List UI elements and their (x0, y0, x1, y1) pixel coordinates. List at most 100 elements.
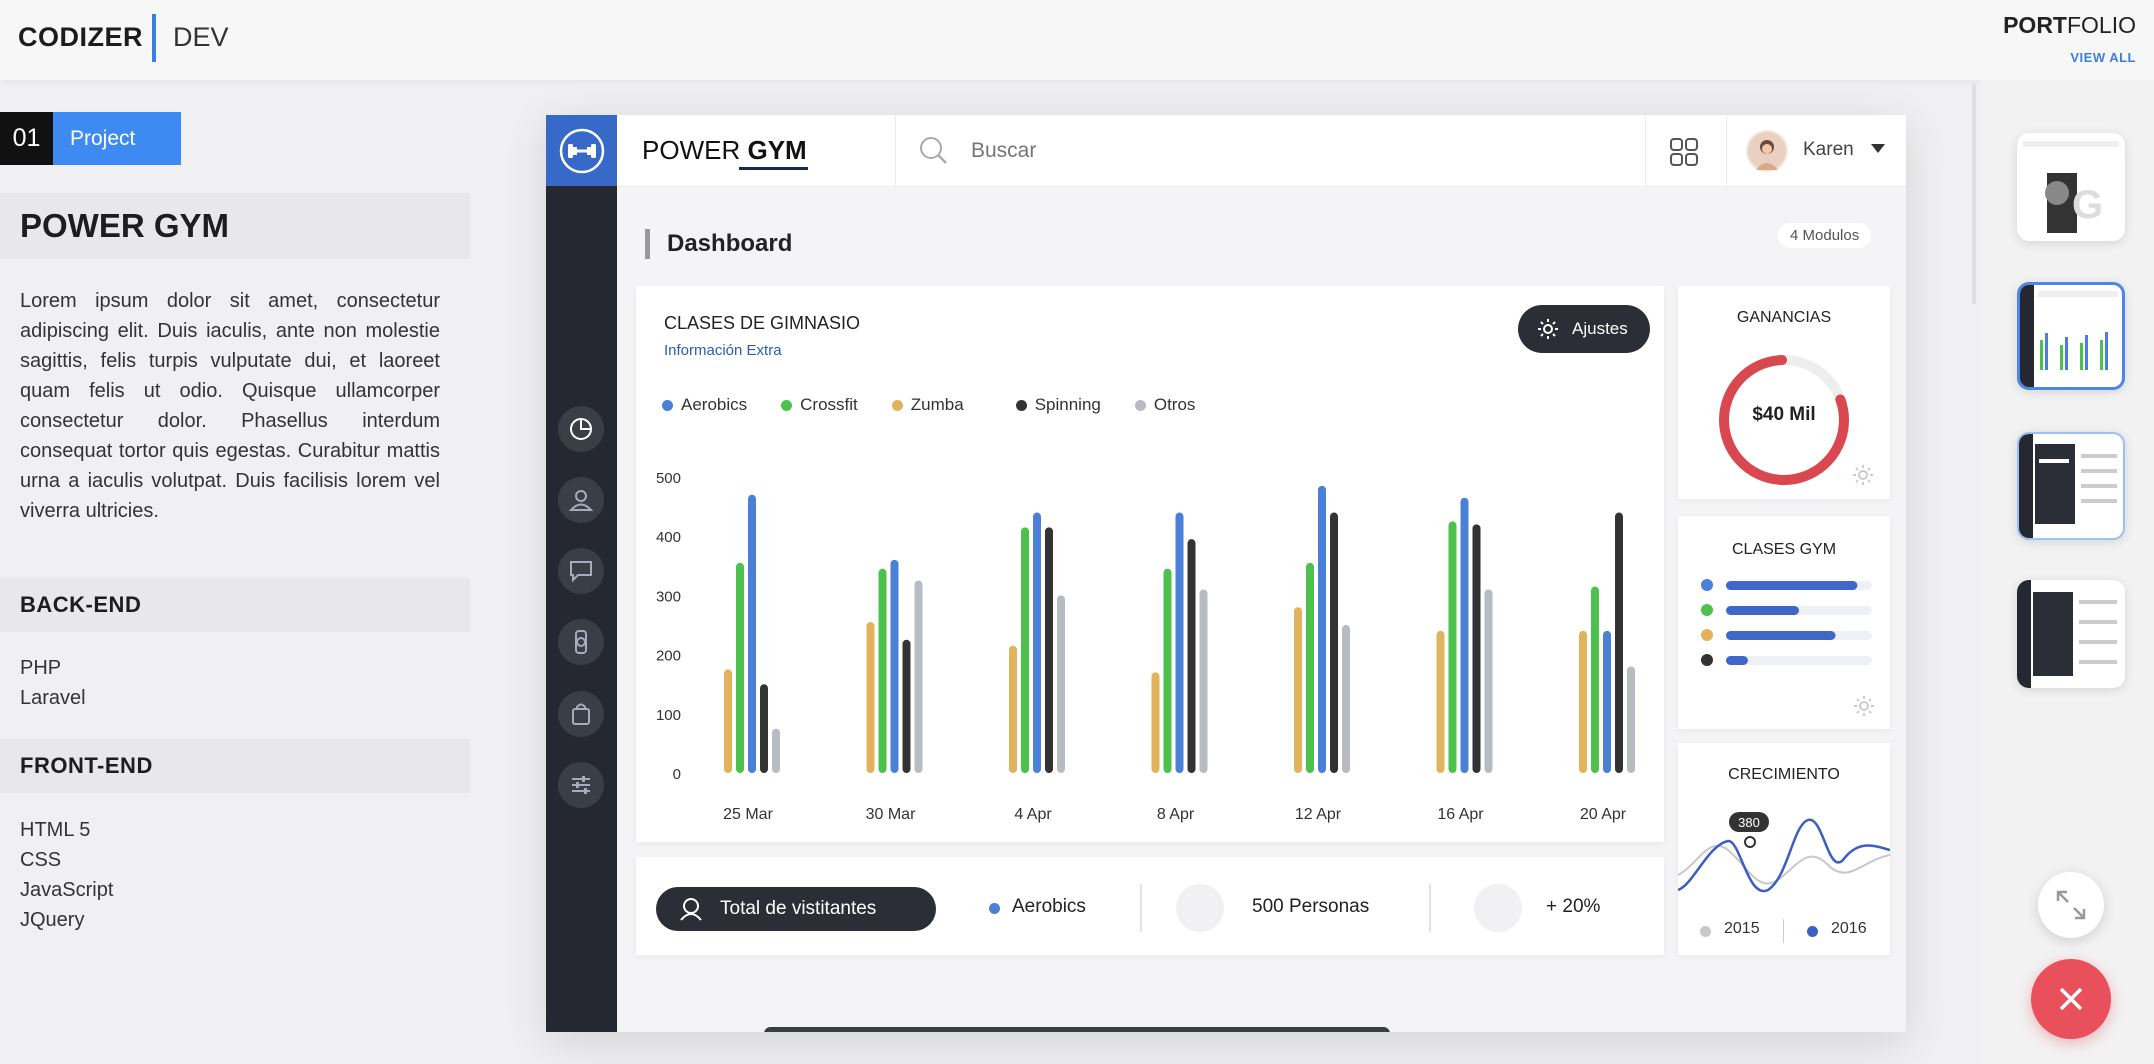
gear-icon[interactable] (1852, 694, 1876, 723)
bar-zumba[interactable] (1579, 630, 1587, 773)
gear-icon[interactable] (1851, 463, 1875, 492)
x-tick-label: 12 Apr (1295, 806, 1342, 823)
brand-subtitle: DEV (173, 22, 229, 52)
thumbnail-2-selected[interactable] (2017, 282, 2125, 390)
bar-zumba[interactable] (866, 622, 875, 773)
bar-spinning[interactable] (1187, 539, 1196, 773)
bar-otros[interactable] (914, 580, 923, 773)
bar-chart: 500 400 300 200 100 0 25 Mar 30 Mar 4 Apr 8 Apr 12… (656, 470, 1635, 823)
horizontal-scrollbar[interactable] (764, 1027, 1390, 1032)
bar-aerobics[interactable] (1603, 630, 1611, 773)
chat-icon[interactable] (558, 548, 604, 594)
class-bar-fill (1726, 581, 1858, 590)
bar-crossfit[interactable] (736, 562, 744, 773)
legend-item[interactable]: Otros (1134, 395, 1195, 415)
backend-list: PHP Laravel (20, 653, 86, 713)
sliders-icon[interactable] (558, 762, 604, 808)
bar-aerobics[interactable] (1318, 485, 1326, 773)
bar-aerobics[interactable] (748, 494, 756, 773)
legend-2015-dot (1700, 926, 1711, 937)
settings-button-label: Ajustes (1572, 319, 1628, 338)
legend-label: Crossfit (800, 395, 858, 414)
bar-crossfit[interactable] (1448, 521, 1457, 773)
growth-line-chart (1678, 818, 1890, 893)
tech-item: HTML 5 (20, 819, 91, 841)
bar-crossfit[interactable] (1306, 562, 1314, 773)
bar-zumba[interactable] (1151, 672, 1160, 773)
bar-zumba[interactable] (724, 669, 732, 773)
close-icon[interactable] (2031, 959, 2111, 1039)
bar-aerobics[interactable] (1175, 512, 1184, 773)
thumbnail-3[interactable] (2017, 432, 2125, 540)
stats-people: 500 Personas (1252, 896, 1370, 917)
stats-growth: + 20% (1546, 896, 1601, 917)
bar-crossfit[interactable] (1591, 586, 1599, 773)
bar-spinning[interactable] (902, 639, 911, 773)
user-avatar[interactable] (1746, 130, 1788, 172)
bar-otros[interactable] (1484, 589, 1493, 773)
bar-aerobics[interactable] (1460, 497, 1469, 773)
bar-spinning[interactable] (1472, 524, 1481, 773)
class-bar-fill (1726, 631, 1836, 640)
legend-divider (1783, 919, 1784, 943)
bar-otros[interactable] (1199, 589, 1208, 773)
pie-chart-icon[interactable] (558, 406, 604, 452)
expand-icon[interactable] (2038, 872, 2104, 938)
legend-dot (891, 399, 903, 411)
bar-zumba[interactable] (1009, 645, 1017, 773)
y-tick-label: 500 (656, 470, 681, 487)
bar-otros[interactable] (772, 728, 780, 773)
total-visitors-button[interactable]: Total de vistitantes (656, 887, 936, 931)
portfolio-title-bold: PORT (2003, 12, 2067, 38)
thumbnail-1[interactable]: G (2017, 133, 2125, 241)
bar-zumba[interactable] (1436, 630, 1445, 773)
bar-spinning[interactable] (1045, 527, 1053, 773)
bar-spinning[interactable] (760, 684, 768, 773)
header-divider (1645, 115, 1646, 187)
legend-dot (1015, 399, 1027, 411)
search-icon[interactable] (918, 135, 950, 172)
bar-otros[interactable] (1342, 625, 1350, 773)
thumbnail-4[interactable] (2017, 580, 2125, 688)
bar-aerobics[interactable] (1033, 512, 1041, 773)
bar-crossfit[interactable] (878, 568, 887, 773)
bar-otros[interactable] (1057, 595, 1065, 773)
user-name[interactable]: Karen (1803, 139, 1854, 161)
class-color-dot (1701, 579, 1713, 591)
bar-crossfit[interactable] (1021, 527, 1029, 773)
svg-text:G: G (2072, 183, 2103, 227)
bar-aerobics[interactable] (890, 559, 899, 773)
stats-divider (1429, 884, 1431, 932)
watch-icon[interactable] (558, 619, 604, 665)
brand-logo[interactable]: CODIZER (18, 22, 143, 53)
legend-item[interactable]: Aerobics (662, 395, 747, 415)
view-all-link[interactable]: VIEW ALL (2070, 50, 2136, 65)
legend-item[interactable]: Zumba (891, 395, 964, 415)
rail-scrollbar[interactable] (1972, 84, 1976, 304)
legend-label: Zumba (910, 395, 964, 414)
bar-crossfit[interactable] (1163, 568, 1172, 773)
y-tick-label: 0 (673, 766, 681, 783)
caret-down-icon[interactable] (1871, 141, 1885, 159)
legend-item[interactable]: Crossfit (781, 395, 858, 415)
x-tick-label: 4 Apr (1014, 806, 1052, 823)
chart-card-subtitle[interactable]: Información Extra (664, 342, 782, 359)
top-bar (0, 0, 2154, 80)
bar-zumba[interactable] (1294, 607, 1302, 773)
grid-apps-icon[interactable] (1669, 137, 1699, 172)
bar-spinning[interactable] (1615, 512, 1623, 773)
aerobics-dot (989, 903, 1000, 914)
settings-button[interactable]: Ajustes (1518, 305, 1650, 353)
shopping-bag-icon[interactable] (558, 691, 604, 737)
legend-item[interactable]: Spinning (1015, 395, 1101, 415)
bar-spinning[interactable] (1330, 512, 1338, 773)
dumbbell-logo-icon[interactable] (546, 115, 617, 186)
chart-card-title: CLASES DE GIMNASIO (664, 313, 861, 333)
legend-dot (1134, 399, 1146, 411)
tech-item: JQuery (20, 909, 85, 931)
bar-otros[interactable] (1627, 666, 1635, 773)
frontend-heading: FRONT-END (0, 739, 470, 793)
logo-light: POWER (642, 135, 741, 165)
user-icon[interactable] (558, 477, 604, 523)
search-input[interactable] (971, 137, 1471, 165)
